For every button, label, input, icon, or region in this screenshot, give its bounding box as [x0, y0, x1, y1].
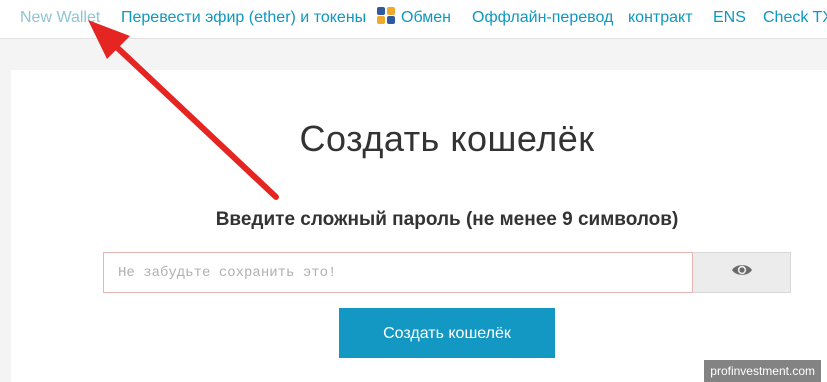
show-password-toggle[interactable]	[693, 252, 791, 293]
page-title: Создать кошелёк	[299, 118, 595, 159]
nav-divider	[0, 38, 827, 39]
eye-icon	[731, 263, 753, 282]
nav-tab-swap-label: Обмен	[401, 9, 451, 26]
nav-tab-ens[interactable]: ENS	[713, 0, 746, 38]
top-nav: New Wallet Перевести эфир (ether) и токе…	[0, 0, 827, 38]
nav-tab-swap[interactable]: Обмен	[377, 0, 451, 38]
nav-tab-check-tx[interactable]: Check TX	[763, 0, 827, 38]
create-wallet-button[interactable]: Создать кошелёк	[339, 308, 555, 358]
password-prompt: Введите сложный пароль (не менее 9 симво…	[215, 209, 679, 230]
nav-tab-offline-transfer[interactable]: Оффлайн-перевод	[472, 0, 613, 38]
password-input[interactable]	[103, 252, 693, 293]
page: New Wallet Перевести эфир (ether) и токе…	[0, 0, 827, 382]
watermark: profinvestment.com	[704, 360, 821, 382]
nav-tab-new-wallet[interactable]: New Wallet	[10, 0, 110, 38]
nav-tab-send-ether-tokens[interactable]: Перевести эфир (ether) и токены	[121, 0, 366, 38]
nav-tab-contract[interactable]: контракт	[628, 0, 693, 38]
swap-icon	[377, 7, 397, 25]
